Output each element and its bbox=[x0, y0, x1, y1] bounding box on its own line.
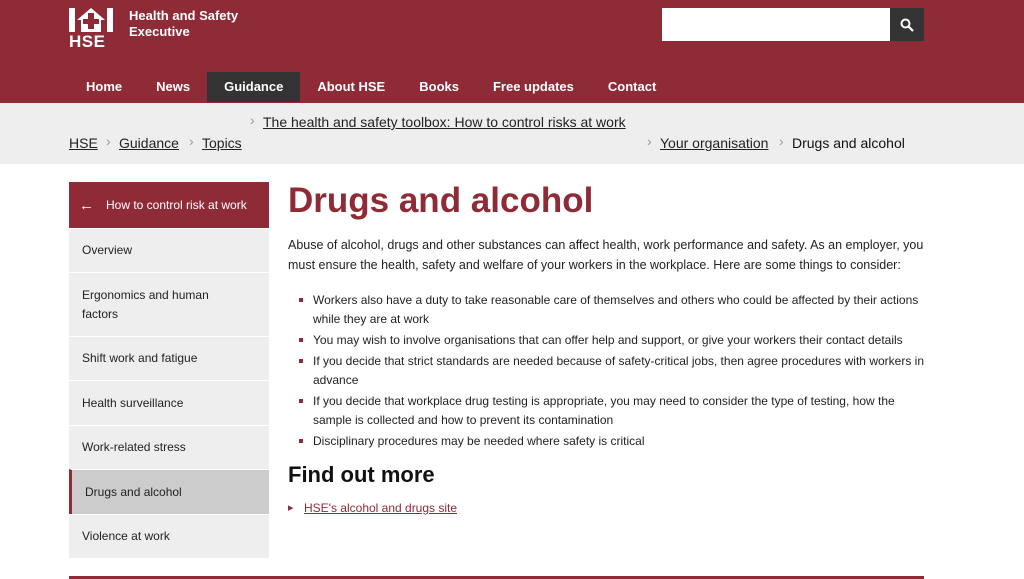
sidebar-item-work-stress[interactable]: Work-related stress bbox=[69, 425, 269, 469]
sidebar-item-label: Violence at work bbox=[82, 529, 170, 543]
sidebar-item-overview[interactable]: Overview bbox=[69, 228, 269, 272]
nav-item-books[interactable]: Books bbox=[402, 72, 476, 102]
nav-item-free-updates[interactable]: Free updates bbox=[476, 72, 591, 102]
breadcrumb-topics[interactable]: Topics bbox=[202, 135, 242, 151]
nav-item-about[interactable]: About HSE bbox=[300, 72, 402, 102]
nav-item-guidance[interactable]: Guidance bbox=[207, 72, 301, 102]
sidebar-nav: ← How to control risk at work Overview E… bbox=[69, 182, 269, 558]
chevron-right-icon: › bbox=[189, 133, 194, 149]
search-icon bbox=[900, 18, 914, 32]
find-out-more-heading: Find out more bbox=[288, 462, 435, 487]
sidebar-item-label: Ergonomics and human factors bbox=[82, 287, 209, 321]
arrow-left-icon: ← bbox=[79, 196, 94, 214]
list-item: Disciplinary procedures may be needed wh… bbox=[288, 432, 924, 451]
search-button[interactable] bbox=[890, 8, 924, 41]
breadcrumb-your-organisation[interactable]: Your organisation bbox=[660, 135, 768, 151]
list-item: If you decide that strict standards are … bbox=[288, 352, 924, 390]
sidebar-item-label: Health surveillance bbox=[82, 395, 184, 410]
nav-item-home[interactable]: Home bbox=[69, 72, 139, 102]
intro-text: Abuse of alcohol, drugs and other substa… bbox=[288, 238, 924, 272]
sidebar-item-label: Overview bbox=[82, 243, 133, 257]
logo-text: HSE bbox=[69, 32, 106, 51]
sidebar-item-health-surveillance[interactable]: Health surveillance bbox=[69, 380, 269, 425]
sidebar-item-label: Work-related stress bbox=[82, 440, 186, 454]
search-input[interactable] bbox=[662, 8, 890, 41]
breadcrumb: › The health and safety toolbox: How to … bbox=[0, 103, 1024, 164]
chevron-right-icon: › bbox=[250, 112, 255, 128]
chevron-right-icon: › bbox=[779, 133, 784, 149]
chevron-right-icon: › bbox=[106, 133, 111, 149]
list-item: If you decide that workplace drug testin… bbox=[288, 392, 924, 430]
site-header: HSE Health and Safety Executive Home New… bbox=[0, 0, 1024, 103]
list-item: You may wish to involve organisations th… bbox=[288, 331, 924, 350]
sidebar-back-label: How to control risk at work bbox=[106, 198, 247, 212]
sidebar-item-shift-work[interactable]: Shift work and fatigue bbox=[69, 336, 269, 380]
nav-item-contact[interactable]: Contact bbox=[591, 72, 673, 102]
org-name: Health and Safety Executive bbox=[129, 8, 239, 39]
sidebar-back-link[interactable]: ← How to control risk at work bbox=[69, 182, 269, 228]
breadcrumb-hse[interactable]: HSE bbox=[69, 135, 98, 151]
sidebar-item-drugs-alcohol[interactable]: Drugs and alcohol bbox=[69, 469, 269, 514]
main-content: Drugs and alcohol Abuse of alcohol, drug… bbox=[288, 180, 924, 515]
alcohol-drugs-site-link[interactable]: HSE's alcohol and drugs site bbox=[288, 501, 924, 515]
sidebar-item-violence[interactable]: Violence at work bbox=[69, 514, 269, 558]
page-title: Drugs and alcohol bbox=[288, 181, 594, 220]
main-nav: Home News Guidance About HSE Books Free … bbox=[69, 72, 673, 102]
breadcrumb-guidance[interactable]: Guidance bbox=[119, 135, 179, 151]
nav-item-news[interactable]: News bbox=[139, 72, 207, 102]
breadcrumb-parent-link[interactable]: The health and safety toolbox: How to co… bbox=[263, 114, 626, 130]
breadcrumb-current: Drugs and alcohol bbox=[792, 135, 905, 151]
chevron-right-icon: › bbox=[647, 133, 652, 149]
bullet-list: Workers also have a duty to take reasona… bbox=[288, 291, 924, 451]
list-item: Workers also have a duty to take reasona… bbox=[288, 291, 924, 329]
sidebar-item-ergonomics[interactable]: Ergonomics and human factors bbox=[69, 272, 269, 336]
sidebar-item-label: Drugs and alcohol bbox=[85, 484, 182, 499]
sidebar-item-label: Shift work and fatigue bbox=[82, 351, 198, 365]
